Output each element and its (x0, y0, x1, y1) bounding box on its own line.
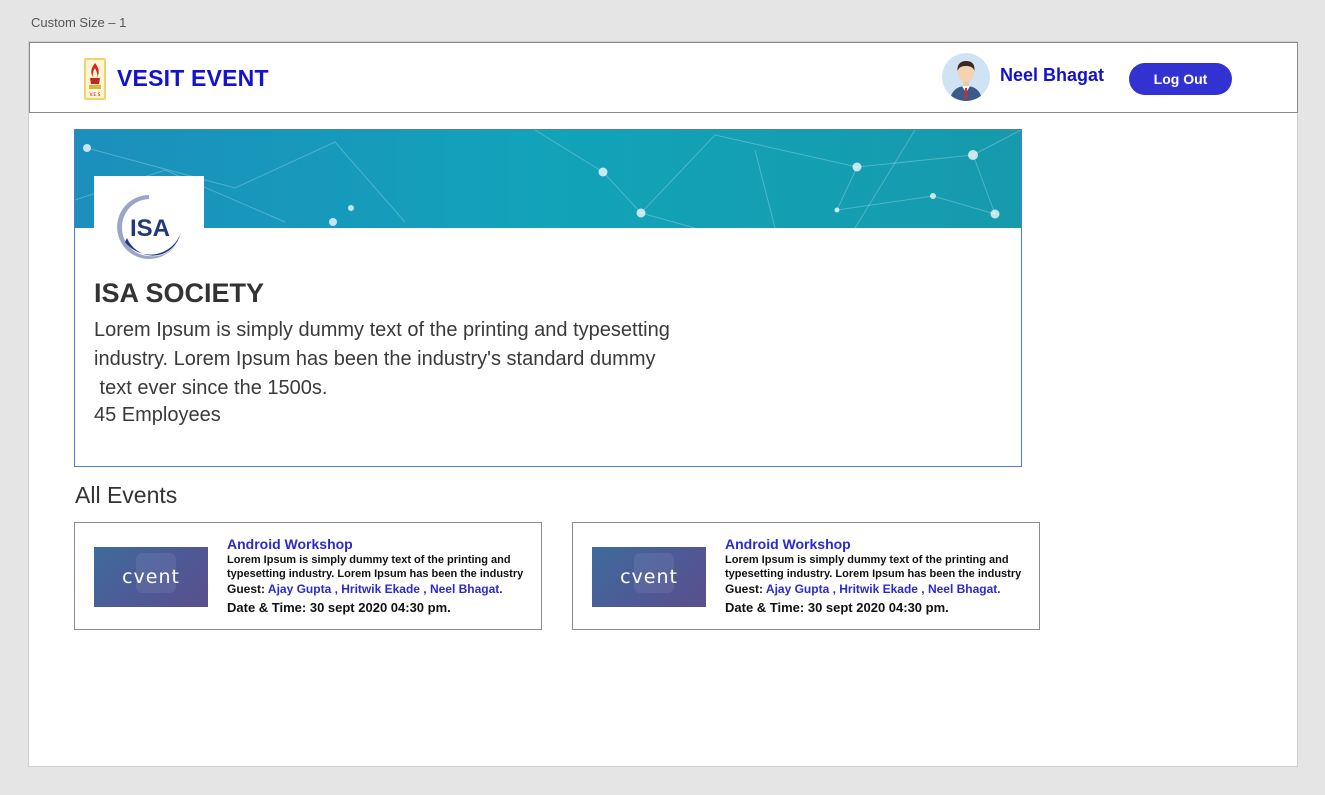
navbar: V.E.S VESIT EVENT Neel Bhagat Log Out (29, 42, 1298, 113)
event-thumbnail-text: cvent (122, 566, 180, 588)
event-title[interactable]: Android Workshop (725, 536, 1025, 553)
isa-logo-icon: ISA (113, 192, 185, 262)
brand-title[interactable]: VESIT EVENT (117, 65, 269, 92)
isa-logo-box: ISA (94, 176, 204, 264)
event-description: Lorem Ipsum is simply dummy text of the … (227, 554, 524, 580)
society-description-line: industry. Lorem Ipsum has been the indus… (94, 348, 656, 370)
event-description: Lorem Ipsum is simply dummy text of the … (725, 554, 1022, 580)
society-description-line: text ever since the 1500s. (94, 377, 328, 399)
event-body: Android Workshop Lorem Ipsum is simply d… (227, 536, 527, 617)
event-body: Android Workshop Lorem Ipsum is simply d… (725, 536, 1025, 617)
society-banner (75, 130, 1021, 228)
isa-logo-text: ISA (130, 215, 170, 242)
event-datetime: Date & Time: 30 sept 2020 04:30 pm. (227, 600, 451, 615)
event-guest-names: Ajay Gupta , Hritwik Ekade , Neel Bhagat… (765, 582, 1001, 596)
event-guest-label: Guest: (725, 582, 766, 596)
emblem-text: V.E.S (89, 92, 100, 98)
all-events-heading: All Events (75, 482, 178, 508)
event-thumbnail: cvent (592, 547, 706, 607)
vesit-emblem-icon: V.E.S (84, 58, 106, 100)
user-name[interactable]: Neel Bhagat (1000, 65, 1104, 86)
event-guests: Guest: Ajay Gupta , Hritwik Ekade , Neel… (725, 581, 1025, 598)
event-guest-label: Guest: (227, 582, 268, 596)
event-guests: Guest: Ajay Gupta , Hritwik Ekade , Neel… (227, 581, 527, 598)
event-thumbnail-text: cvent (620, 566, 678, 588)
event-datetime: Date & Time: 30 sept 2020 04:30 pm. (725, 600, 949, 615)
logout-button[interactable]: Log Out (1129, 63, 1232, 95)
event-guest-names: Ajay Gupta , Hritwik Ekade , Neel Bhagat… (267, 582, 503, 596)
event-card[interactable]: cvent Android Workshop Lorem Ipsum is si… (572, 522, 1040, 630)
event-thumbnail: cvent (94, 547, 208, 607)
society-employees: 45 Employees (94, 404, 221, 426)
society-description: Lorem Ipsum is simply dummy text of the … (94, 316, 744, 403)
society-description-line: Lorem Ipsum is simply dummy text of the … (94, 319, 670, 341)
artboard-label: Custom Size – 1 (31, 15, 127, 30)
artboard: V.E.S VESIT EVENT Neel Bhagat Log Out IS… (28, 41, 1298, 767)
society-title: ISA SOCIETY (94, 278, 265, 308)
event-title[interactable]: Android Workshop (227, 536, 527, 553)
event-card[interactable]: cvent Android Workshop Lorem Ipsum is si… (74, 522, 542, 630)
user-avatar[interactable] (942, 53, 990, 101)
society-card: ISA ISA SOCIETY Lorem Ipsum is simply du… (74, 129, 1022, 467)
